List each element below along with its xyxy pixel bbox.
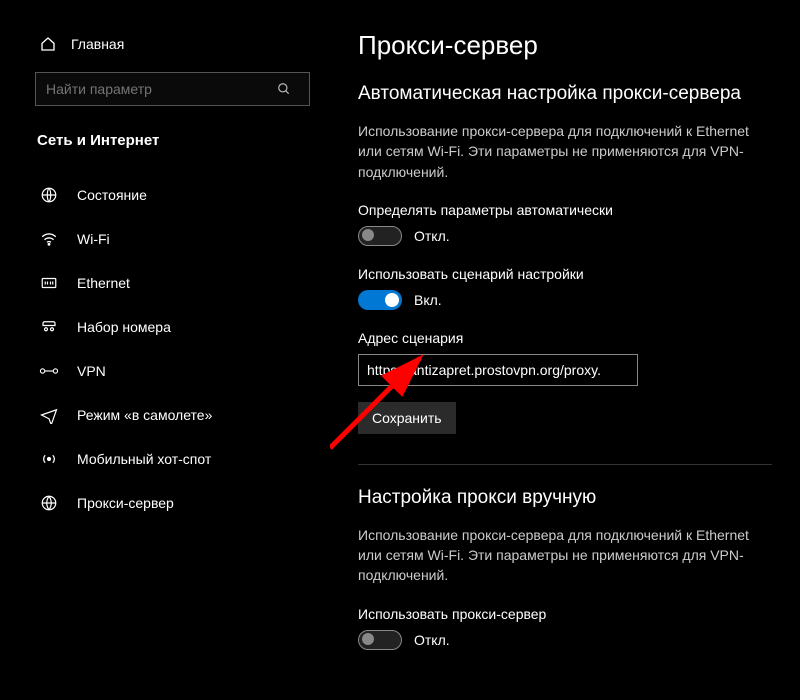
ethernet-icon bbox=[39, 274, 59, 292]
section-divider bbox=[358, 464, 772, 465]
hotspot-icon bbox=[39, 450, 59, 468]
home-link[interactable]: Главная bbox=[35, 30, 310, 72]
sidebar-item-label: Режим «в самолете» bbox=[77, 407, 212, 423]
sidebar-item-wifi[interactable]: Wi-Fi bbox=[35, 217, 310, 261]
sidebar-item-airplane[interactable]: Режим «в самолете» bbox=[35, 393, 310, 437]
auto-section-desc: Использование прокси-сервера для подключ… bbox=[358, 121, 758, 182]
auto-section-heading: Автоматическая настройка прокси-сервера bbox=[358, 83, 772, 105]
sidebar-item-vpn[interactable]: VPN bbox=[35, 349, 310, 393]
sidebar-item-proxy[interactable]: Прокси-сервер bbox=[35, 481, 310, 525]
sidebar-item-label: Wi-Fi bbox=[77, 231, 110, 247]
detect-auto-label: Определять параметры автоматически bbox=[358, 202, 772, 218]
wifi-icon bbox=[39, 230, 59, 248]
dialup-icon bbox=[39, 318, 59, 336]
globe-grid-icon bbox=[39, 186, 59, 204]
vpn-icon bbox=[39, 364, 59, 378]
use-proxy-label: Использовать прокси-сервер bbox=[358, 606, 772, 622]
sidebar-item-label: Набор номера bbox=[77, 319, 171, 335]
sidebar-item-hotspot[interactable]: Мобильный хот-спот bbox=[35, 437, 310, 481]
use-proxy-state: Откл. bbox=[414, 632, 450, 648]
detect-auto-state: Откл. bbox=[414, 228, 450, 244]
sidebar-item-label: Прокси-сервер bbox=[77, 495, 174, 511]
script-address-input[interactable] bbox=[358, 354, 638, 386]
sidebar: Главная Сеть и Интернет Состояние Wi-Fi … bbox=[0, 0, 330, 700]
sidebar-item-label: VPN bbox=[77, 363, 106, 379]
save-button[interactable]: Сохранить bbox=[358, 402, 456, 434]
sidebar-item-label: Состояние bbox=[77, 187, 147, 203]
globe-icon bbox=[39, 494, 59, 512]
search-input[interactable] bbox=[36, 81, 277, 97]
sidebar-item-ethernet[interactable]: Ethernet bbox=[35, 261, 310, 305]
sidebar-item-dialup[interactable]: Набор номера bbox=[35, 305, 310, 349]
use-script-state: Вкл. bbox=[414, 292, 442, 308]
sidebar-item-label: Мобильный хот-спот bbox=[77, 451, 211, 467]
detect-auto-toggle[interactable] bbox=[358, 226, 402, 246]
home-label: Главная bbox=[71, 36, 124, 52]
use-script-label: Использовать сценарий настройки bbox=[358, 266, 772, 282]
search-icon bbox=[277, 82, 309, 96]
manual-section-desc: Использование прокси-сервера для подключ… bbox=[358, 525, 758, 586]
sidebar-item-status[interactable]: Состояние bbox=[35, 173, 310, 217]
manual-section-heading: Настройка прокси вручную bbox=[358, 487, 772, 509]
airplane-icon bbox=[39, 406, 59, 424]
page-title: Прокси-сервер bbox=[358, 30, 772, 61]
search-box[interactable] bbox=[35, 72, 310, 106]
sidebar-item-label: Ethernet bbox=[77, 275, 130, 291]
script-address-label: Адрес сценария bbox=[358, 330, 772, 346]
category-heading: Сеть и Интернет bbox=[35, 132, 310, 149]
use-proxy-toggle[interactable] bbox=[358, 630, 402, 650]
use-script-toggle[interactable] bbox=[358, 290, 402, 310]
main-panel: Прокси-сервер Автоматическая настройка п… bbox=[330, 0, 800, 700]
home-icon bbox=[39, 36, 57, 52]
